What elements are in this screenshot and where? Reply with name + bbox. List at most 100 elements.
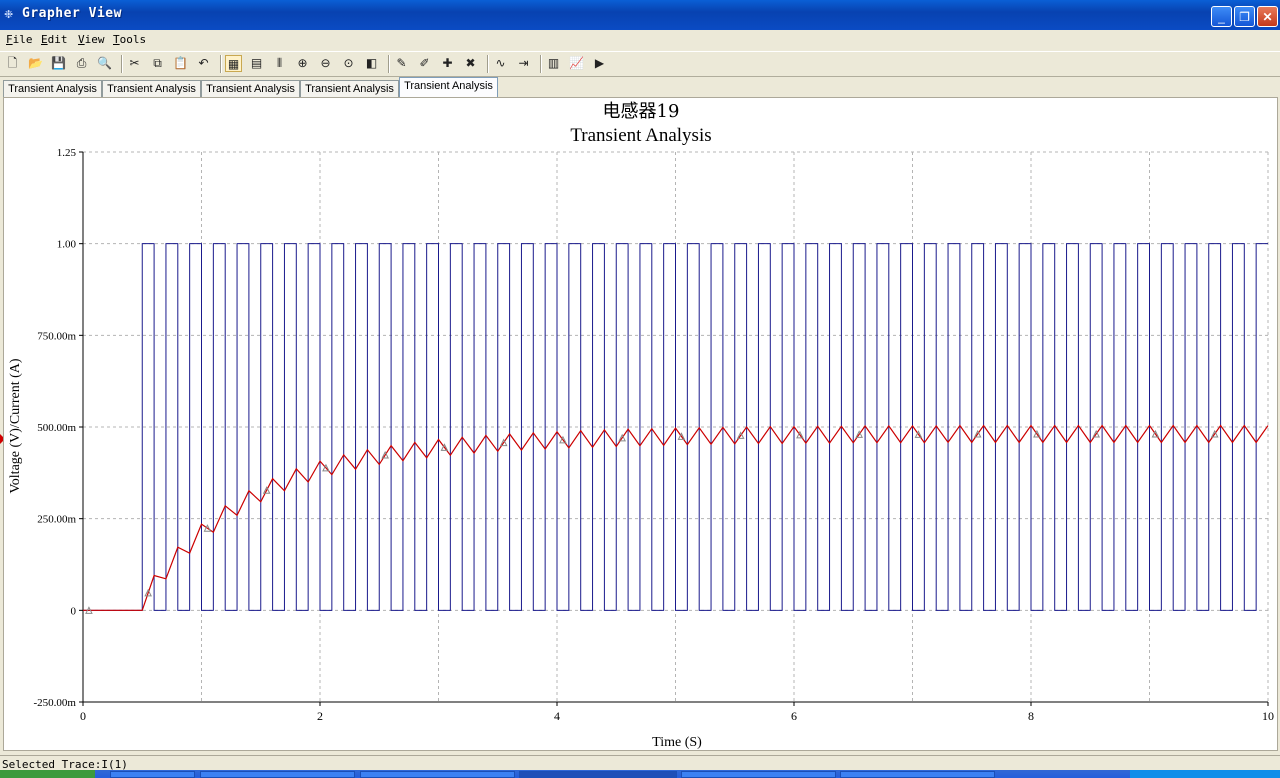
cut-icon: ✂ [129, 56, 140, 70]
toolbar-separator [388, 55, 390, 73]
system-tray [1130, 770, 1280, 778]
zoom-out-icon: ⊖ [320, 56, 331, 70]
toolbar-separator [121, 55, 123, 73]
cut-button[interactable]: ✂ [126, 55, 143, 72]
print-button[interactable]: ⎙ [73, 55, 90, 72]
copy-button[interactable]: ⧉ [149, 55, 166, 72]
save-button[interactable]: 💾 [50, 55, 67, 72]
x-tick-label: 6 [791, 709, 797, 723]
menu-edit[interactable]: Edit [41, 33, 68, 46]
close-button[interactable]: ✕ [1257, 6, 1278, 27]
chart-title: 电感器19 [603, 101, 680, 122]
cursors-button[interactable]: ⫴ [271, 55, 288, 72]
toolbar-separator [487, 55, 489, 73]
taskbar-button[interactable] [110, 771, 195, 778]
x-tick-label: 0 [80, 709, 86, 723]
menu-view[interactable]: View [78, 33, 105, 46]
taskbar-button[interactable] [200, 771, 355, 778]
paste-icon: 📋 [173, 56, 188, 70]
export-button[interactable]: ⇥ [515, 55, 532, 72]
restore-icon: ❐ [1239, 10, 1250, 24]
show-data-button[interactable]: ▥ [545, 55, 562, 72]
menu-tools[interactable]: Tools [113, 33, 146, 46]
export-chart-button[interactable]: 📈 [568, 55, 585, 72]
y-tick-label: 250.00m [37, 514, 76, 526]
status-bar: Selected Trace:I(1) [0, 755, 1280, 771]
open-icon: 📂 [28, 56, 43, 70]
run-button[interactable]: ▶ [591, 55, 608, 72]
chart[interactable]: -250.00m0250.00m500.00m750.00m1.001.250 2… [4, 98, 1277, 750]
legend-icon: ▤ [250, 56, 263, 70]
overlay-traces-button[interactable]: ∿ [492, 55, 509, 72]
zoom-full-icon: ⊙ [343, 56, 354, 70]
y-tick-label: -250.00m [34, 697, 77, 709]
reverse-colors-button[interactable]: ◧ [363, 55, 380, 72]
tab-transient-analysis-5[interactable]: Transient Analysis [399, 77, 498, 98]
zoom-full-button[interactable]: ⊙ [340, 55, 357, 72]
grid-button[interactable]: ▦ [225, 55, 242, 72]
trace-properties-button[interactable]: ✐ [416, 55, 433, 72]
y-tick-label: 500.00m [37, 422, 76, 434]
print-preview-button[interactable]: 🔍 [96, 55, 113, 72]
maximize-button[interactable]: ❐ [1234, 6, 1255, 27]
y-tick-label: 1.25 [57, 147, 77, 159]
menu-file[interactable]: File [6, 33, 33, 46]
y-tick-label: 750.00m [37, 330, 76, 342]
taskbar-button[interactable] [840, 771, 995, 778]
menu-bar: File Edit View Tools [0, 30, 1280, 50]
save-icon: 💾 [51, 56, 66, 70]
legend-button[interactable]: ▤ [248, 55, 265, 72]
toolbar-separator [540, 55, 542, 73]
paste-button[interactable]: 📋 [172, 55, 189, 72]
grid-icon: ▦ [227, 57, 240, 71]
add-trace-icon: ✚ [442, 56, 453, 70]
remove-trace-button[interactable]: ✖ [462, 55, 479, 72]
tab-transient-analysis-4[interactable]: Transient Analysis [300, 80, 399, 98]
toolbar: 🗋 📂 💾 ⎙ 🔍 ✂ ⧉ 📋 ↶ ▦ ▤ ⫴ ⊕ ⊖ ⊙ ◧ ✎ ✐ ✚ ✖ ∿ ⇥ ▥ 📈 ▶ [0, 51, 1280, 77]
chart-subtitle: Transient Analysis [570, 125, 711, 146]
open-button[interactable]: 📂 [27, 55, 44, 72]
grapher-icon: ❉ [4, 9, 14, 21]
chart-ticks: -250.00m0250.00m500.00m750.00m1.001.250 2… [34, 147, 1274, 723]
add-trace-button[interactable]: ✚ [439, 55, 456, 72]
print-preview-icon: 🔍 [97, 56, 112, 70]
copy-icon: ⧉ [153, 56, 162, 70]
show-data-icon: ▥ [547, 56, 560, 70]
select-trace-button[interactable]: ✎ [393, 55, 410, 72]
taskbar-button-active[interactable] [519, 771, 677, 778]
title-bar: ❉ Grapher View _ ❐ ✕ [0, 0, 1280, 30]
close-icon: ✕ [1262, 10, 1273, 24]
reverse-colors-icon: ◧ [365, 56, 378, 70]
new-icon: 🗋 [7, 56, 18, 70]
start-button[interactable] [0, 770, 95, 778]
zoom-in-button[interactable]: ⊕ [294, 55, 311, 72]
undo-button[interactable]: ↶ [195, 55, 212, 72]
zoom-in-icon: ⊕ [297, 56, 308, 70]
new-button[interactable]: 🗋 [4, 55, 21, 72]
taskbar-button[interactable] [681, 771, 836, 778]
y-tick-label: 0 [71, 605, 77, 617]
x-axis-label: Time (S) [652, 735, 702, 750]
export-chart-icon: 📈 [569, 56, 584, 70]
x-tick-label: 2 [317, 709, 323, 723]
minimize-icon: _ [1218, 10, 1225, 24]
taskbar-button[interactable] [360, 771, 515, 778]
tab-transient-analysis-3[interactable]: Transient Analysis [201, 80, 300, 98]
taskbar [0, 770, 1280, 778]
overlay-traces-icon: ∿ [495, 56, 506, 70]
window-title: Grapher View [22, 6, 122, 21]
tab-transient-analysis-1[interactable]: Transient Analysis [3, 80, 102, 98]
tab-transient-analysis-2[interactable]: Transient Analysis [102, 80, 201, 98]
plot-area[interactable]: -250.00m 0 250.00m 500.00m 750.00m 1.00 1.25 0 2… [3, 97, 1278, 751]
y-tick-label: 1.00 [57, 239, 77, 251]
zoom-out-button[interactable]: ⊖ [317, 55, 334, 72]
y-axis-label: Voltage (V)/Current (A) [8, 358, 23, 493]
cursors-icon: ⫴ [276, 56, 283, 70]
minimize-button[interactable]: _ [1211, 6, 1232, 27]
square-wave-series [83, 243, 1268, 611]
tab-strip: Transient Analysis Transient Analysis Tr… [0, 77, 1280, 98]
print-icon: ⎙ [76, 56, 87, 70]
run-icon: ▶ [594, 56, 605, 70]
chart-series [83, 243, 1269, 614]
trace-properties-icon: ✐ [419, 56, 430, 70]
